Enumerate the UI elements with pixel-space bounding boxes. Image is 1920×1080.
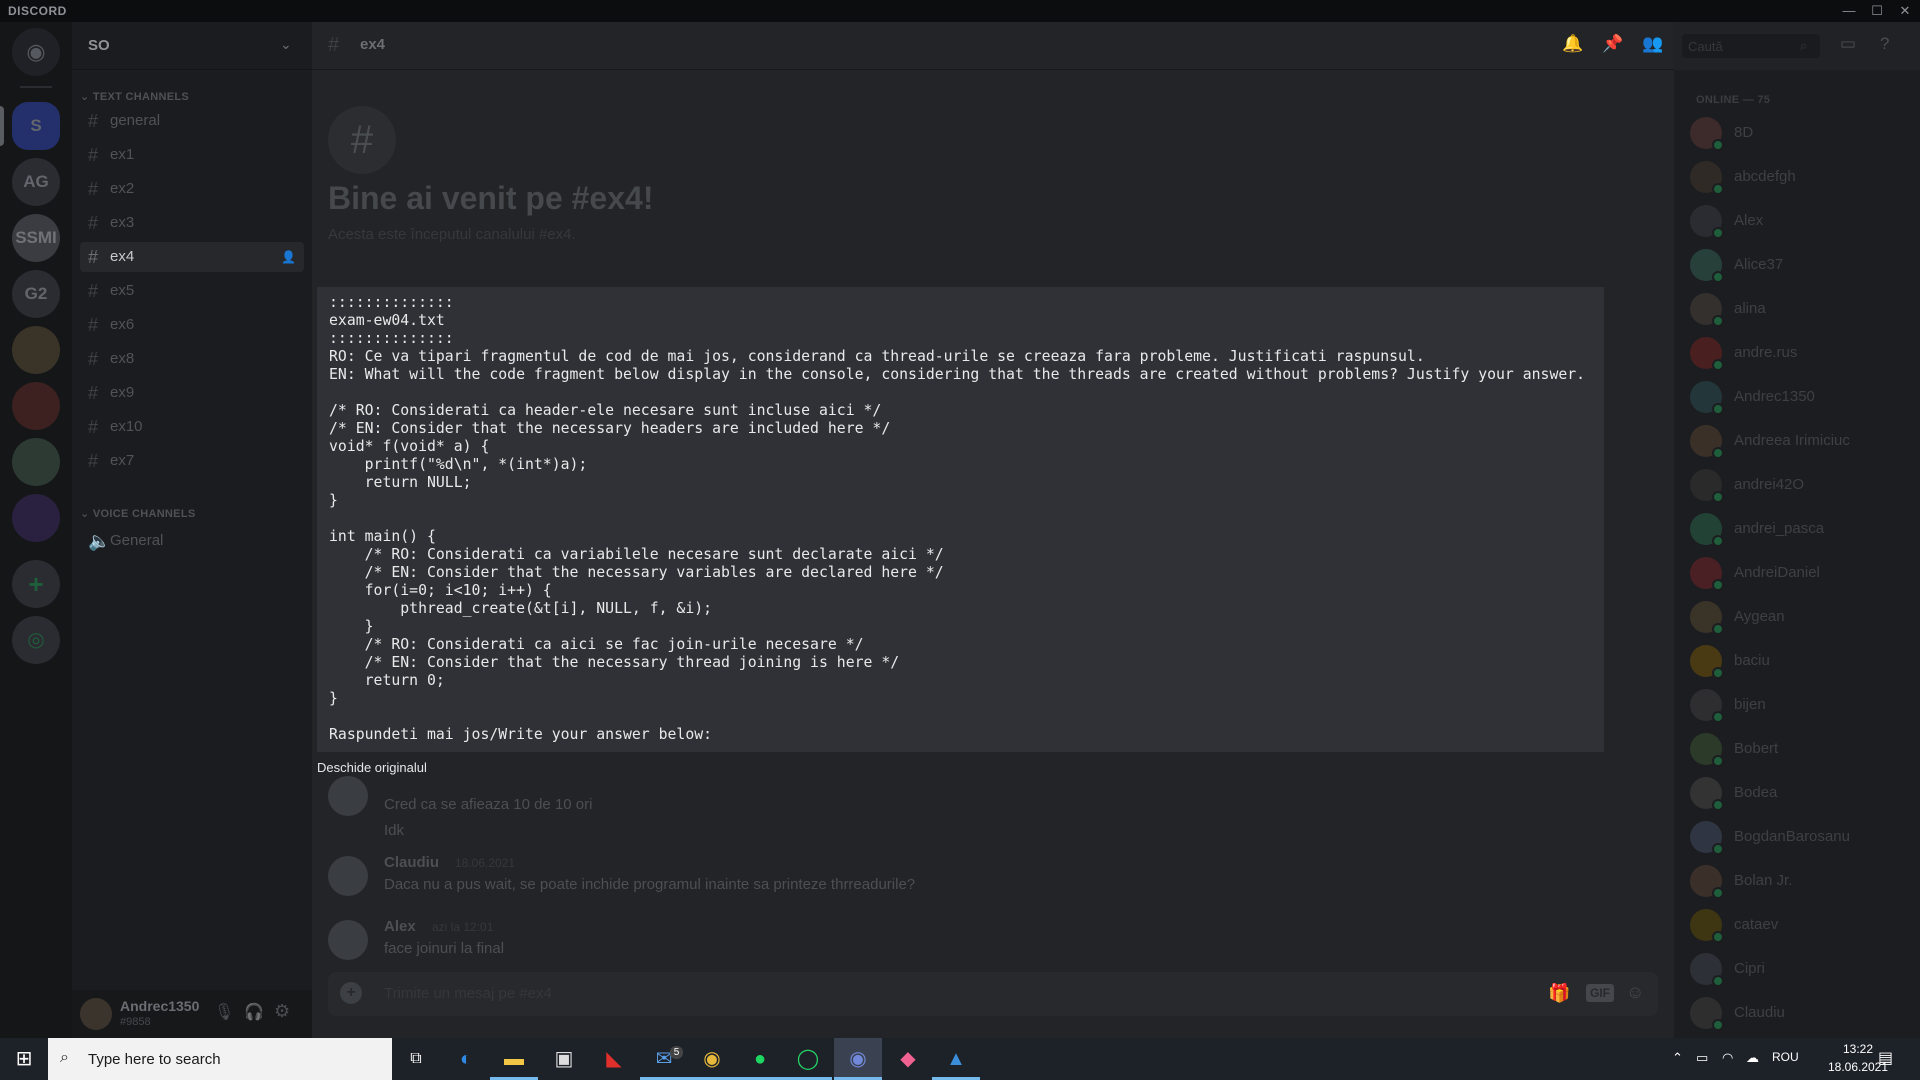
taskbar-search[interactable]: ⌕ Type here to search bbox=[48, 1038, 392, 1080]
battery-icon[interactable]: ▭ bbox=[1696, 1050, 1708, 1066]
chevron-up-icon[interactable]: ⌃ bbox=[1672, 1050, 1683, 1066]
windows-start-icon[interactable]: ⊞ bbox=[0, 1038, 48, 1080]
message-composer[interactable]: + Trimite un mesaj pe #ex4 🎁 GIF ☺ bbox=[328, 972, 1658, 1016]
mail-badge: 5 bbox=[670, 1046, 683, 1059]
file-explorer-icon[interactable]: ▬ bbox=[490, 1038, 538, 1080]
emoji-icon[interactable]: ☺ bbox=[1626, 982, 1644, 1003]
task-view-icon[interactable]: ⧉ bbox=[392, 1038, 440, 1080]
gif-icon[interactable]: GIF bbox=[1586, 984, 1614, 1002]
spotify-icon[interactable]: ● bbox=[736, 1038, 784, 1080]
code-text: :::::::::::::: exam-ew04.txt :::::::::::… bbox=[329, 294, 1586, 743]
chrome-icon[interactable]: ◉ bbox=[688, 1038, 736, 1080]
gift-icon[interactable]: 🎁 bbox=[1548, 983, 1570, 1004]
add-attachment-icon[interactable]: + bbox=[340, 982, 362, 1004]
language-indicator[interactable]: ROU bbox=[1772, 1050, 1799, 1064]
composer-placeholder: Trimite un mesaj pe #ex4 bbox=[384, 985, 552, 1002]
store-icon[interactable]: ▣ bbox=[540, 1038, 588, 1080]
close-button[interactable]: ✕ bbox=[1891, 1, 1919, 21]
app-title: DISCORD bbox=[8, 4, 67, 18]
mail-icon[interactable]: ✉ 5 bbox=[640, 1038, 688, 1080]
open-original-link[interactable]: Deschide originalul bbox=[317, 760, 427, 775]
photos-icon[interactable]: ▲ bbox=[932, 1038, 980, 1080]
discord-taskbar-icon[interactable]: ◉ bbox=[834, 1038, 882, 1080]
wifi-icon[interactable]: ◠ bbox=[1722, 1050, 1733, 1066]
taskbar: ⊞ ⌕ Type here to search ⧉ ◐ ▬ ▣ ◣ ✉ 5 ◉ ●… bbox=[0, 1038, 1920, 1080]
minimize-button[interactable]: — bbox=[1835, 1, 1863, 21]
search-icon: ⌕ bbox=[60, 1049, 69, 1066]
title-bar: DISCORD — ☐ ✕ bbox=[0, 0, 1920, 22]
notifications-icon[interactable]: ▤ bbox=[1878, 1048, 1893, 1068]
taskbar-search-placeholder: Type here to search bbox=[88, 1051, 221, 1068]
whatsapp-icon[interactable]: ◯ bbox=[784, 1038, 832, 1080]
onedrive-icon[interactable]: ☁ bbox=[1746, 1050, 1759, 1066]
acrobat-icon[interactable]: ◣ bbox=[590, 1038, 638, 1080]
edge-icon[interactable]: ◐ bbox=[442, 1038, 490, 1080]
paint-app-icon[interactable]: ◆ bbox=[884, 1038, 932, 1080]
maximize-button[interactable]: ☐ bbox=[1863, 1, 1891, 21]
